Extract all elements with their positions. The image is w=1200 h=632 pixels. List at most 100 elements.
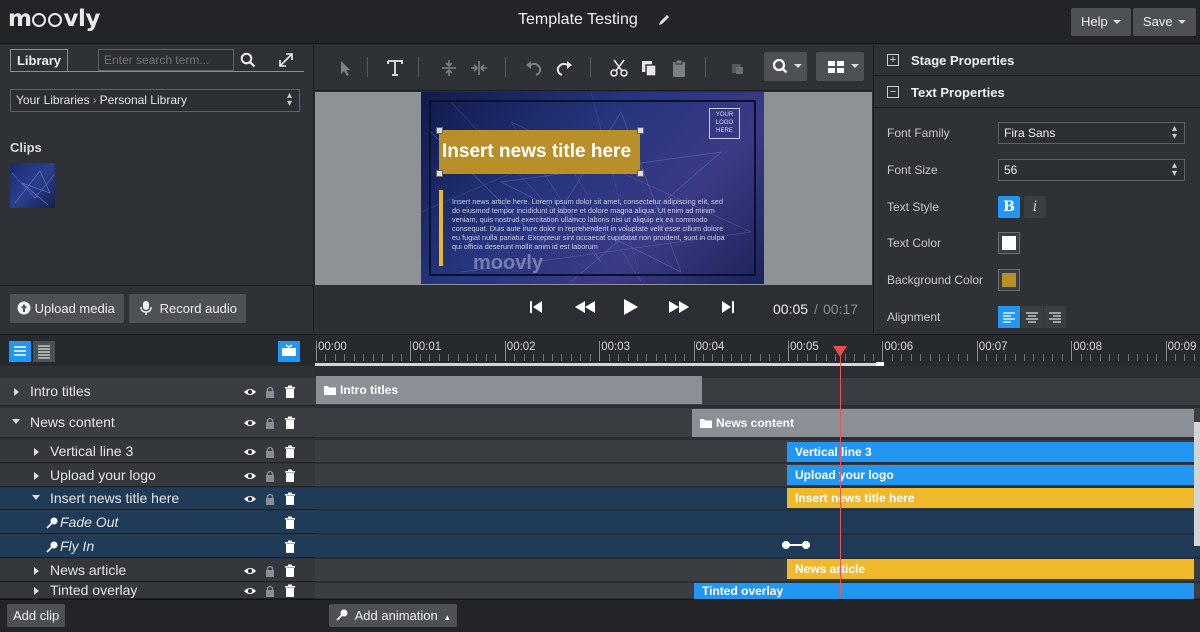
expand-arrow-icon[interactable]	[34, 587, 39, 595]
pencil-icon[interactable]	[657, 13, 671, 27]
trash-icon[interactable]	[283, 416, 297, 430]
help-button[interactable]: Help	[1071, 8, 1131, 36]
lock-icon[interactable]	[263, 416, 277, 430]
align-vertical-icon[interactable]	[438, 57, 460, 79]
lock-icon[interactable]	[263, 492, 277, 506]
stage-properties-header[interactable]: + Stage Properties	[873, 45, 1200, 76]
clip-bar[interactable]: Tinted overlay	[694, 583, 1194, 599]
timeline-track[interactable]	[315, 535, 1200, 558]
upload-media-button[interactable]: Upload media	[10, 294, 124, 323]
add-clip-button[interactable]: Add clip	[7, 604, 66, 627]
expand-arrow-icon[interactable]	[34, 447, 39, 456]
trash-icon[interactable]	[283, 540, 297, 554]
playhead-handle[interactable]	[833, 346, 847, 357]
layer-name[interactable]: News content	[30, 414, 115, 430]
clip-bar[interactable]: News content	[692, 409, 1194, 437]
eye-icon[interactable]	[243, 445, 257, 459]
timeline-ruler[interactable]	[315, 334, 1200, 366]
clip-bar[interactable]: Insert news title here	[787, 488, 1194, 508]
eye-icon[interactable]	[243, 564, 257, 578]
italic-toggle[interactable]: i	[1024, 196, 1046, 218]
fast-forward-icon[interactable]	[669, 301, 689, 313]
clip-thumbnail[interactable]	[10, 163, 55, 208]
trash-icon[interactable]	[283, 516, 297, 530]
paste-icon[interactable]	[668, 57, 690, 79]
trash-icon[interactable]	[283, 385, 297, 399]
resize-handle[interactable]	[637, 170, 644, 177]
news-title-text[interactable]: Insert news title here	[442, 141, 631, 163]
font-size-input[interactable]: 56 ▴ ▾	[998, 159, 1185, 181]
news-article-text[interactable]: Insert news article here. Lorem ipsum do…	[452, 197, 732, 251]
tab-library[interactable]: Library	[10, 49, 68, 72]
library-search-input[interactable]	[98, 49, 234, 71]
layer-order-icon[interactable]	[728, 57, 750, 79]
layer-name[interactable]: Intro titles	[30, 383, 91, 399]
expand-arrow-icon[interactable]	[34, 566, 39, 575]
collapse-arrow-icon[interactable]	[12, 419, 20, 424]
text-properties-header[interactable]: − Text Properties	[873, 77, 1200, 108]
font-family-select[interactable]: Fira Sans ▴ ▾	[998, 122, 1185, 144]
layer-name[interactable]: Fly In	[60, 538, 94, 554]
background-color-swatch[interactable]	[998, 269, 1020, 291]
expand-arrow-icon[interactable]	[14, 388, 19, 396]
keyframe-range-marker[interactable]	[781, 540, 811, 550]
app-logo[interactable]: m vly	[8, 6, 100, 32]
layer-name[interactable]: Tinted overlay	[50, 582, 137, 598]
collapse-arrow-icon[interactable]	[32, 495, 40, 500]
layer-name[interactable]: Fade Out	[60, 514, 118, 530]
trash-icon[interactable]	[283, 469, 297, 483]
skip-end-icon[interactable]	[721, 300, 735, 314]
lock-icon[interactable]	[263, 385, 277, 399]
layout-dropdown-button[interactable]	[816, 52, 864, 81]
clip-bar[interactable]: Upload your logo	[787, 465, 1194, 485]
layer-name[interactable]: Upload your logo	[50, 467, 156, 483]
fit-timeline-button[interactable]	[278, 341, 300, 362]
add-animation-button[interactable]: Add animation ▲	[329, 604, 458, 627]
search-icon[interactable]	[240, 52, 256, 68]
clip-bar[interactable]: News article	[787, 559, 1194, 579]
eye-icon[interactable]	[243, 492, 257, 506]
list-view-button[interactable]	[9, 341, 31, 362]
record-audio-button[interactable]: Record audio	[129, 294, 246, 323]
expand-icon[interactable]	[277, 51, 295, 69]
timeline-track[interactable]	[315, 511, 1200, 534]
select-pointer-icon[interactable]	[334, 57, 356, 79]
layer-name[interactable]: News article	[50, 562, 126, 578]
undo-icon[interactable]	[523, 57, 545, 79]
layer-name[interactable]: Vertical line 3	[50, 443, 133, 459]
trash-icon[interactable]	[283, 445, 297, 459]
copy-icon[interactable]	[638, 57, 660, 79]
align-center-button[interactable]	[1021, 306, 1043, 328]
eye-icon[interactable]	[243, 469, 257, 483]
align-right-button[interactable]	[1044, 306, 1066, 328]
playhead-line[interactable]	[840, 352, 841, 598]
align-left-button[interactable]	[998, 306, 1020, 328]
save-button[interactable]: Save	[1133, 8, 1196, 36]
rewind-icon[interactable]	[575, 301, 595, 313]
bold-toggle[interactable]: B	[998, 196, 1020, 218]
align-horizontal-icon[interactable]	[468, 57, 490, 79]
clip-bar[interactable]: Intro titles	[316, 376, 702, 404]
resize-handle[interactable]	[436, 127, 443, 134]
project-title[interactable]: Template Testing	[518, 11, 638, 29]
skip-start-icon[interactable]	[529, 300, 543, 314]
text-color-swatch[interactable]	[998, 232, 1020, 254]
lock-icon[interactable]	[263, 564, 277, 578]
lock-icon[interactable]	[263, 584, 277, 598]
scissors-icon[interactable]	[608, 57, 630, 79]
eye-icon[interactable]	[243, 416, 257, 430]
zoom-dropdown-button[interactable]	[764, 52, 807, 81]
lock-icon[interactable]	[263, 445, 277, 459]
resize-handle[interactable]	[637, 127, 644, 134]
compact-view-button[interactable]	[33, 341, 55, 362]
vertical-accent-line[interactable]	[439, 190, 443, 266]
lock-icon[interactable]	[263, 469, 277, 483]
resize-handle[interactable]	[436, 170, 443, 177]
play-icon[interactable]	[624, 299, 638, 315]
trash-icon[interactable]	[283, 564, 297, 578]
trash-icon[interactable]	[283, 492, 297, 506]
expand-arrow-icon[interactable]	[34, 471, 39, 480]
clip-bar[interactable]: Vertical line 3	[787, 442, 1194, 462]
library-source-select[interactable]: Your Libraries › Personal Library ▴ ▾	[10, 89, 300, 112]
redo-icon[interactable]	[553, 57, 575, 79]
